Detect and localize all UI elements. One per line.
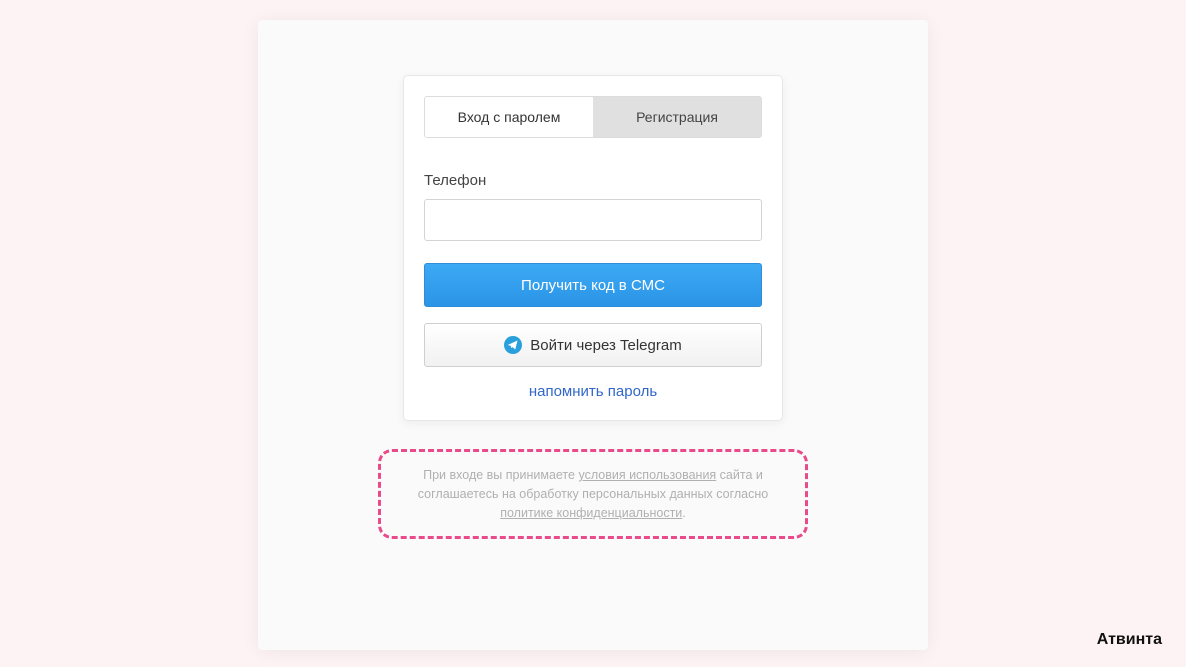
auth-tabs: Вход с паролем Регистрация: [424, 96, 762, 138]
telegram-login-button[interactable]: Войти через Telegram: [424, 323, 762, 367]
privacy-policy-link[interactable]: политике конфиденциальности: [500, 506, 682, 520]
login-panel: Вход с паролем Регистрация Телефон Получ…: [258, 20, 928, 650]
terms-text-1: При входе вы принимаете: [423, 468, 578, 482]
telegram-login-label: Войти через Telegram: [530, 337, 681, 354]
tab-login[interactable]: Вход с паролем: [425, 97, 593, 137]
phone-input[interactable]: [424, 199, 762, 241]
get-sms-code-button[interactable]: Получить код в СМС: [424, 263, 762, 307]
terms-notice: При входе вы принимаете условия использо…: [378, 449, 808, 539]
terms-of-use-link[interactable]: условия использования: [578, 468, 716, 482]
remind-password-link[interactable]: напомнить пароль: [424, 383, 762, 400]
phone-label: Телефон: [424, 172, 762, 189]
terms-period: .: [682, 506, 685, 520]
brand-label: Атвинта: [1097, 631, 1162, 649]
tab-register[interactable]: Регистрация: [593, 97, 761, 137]
telegram-icon: [504, 336, 522, 354]
login-card: Вход с паролем Регистрация Телефон Получ…: [403, 75, 783, 421]
